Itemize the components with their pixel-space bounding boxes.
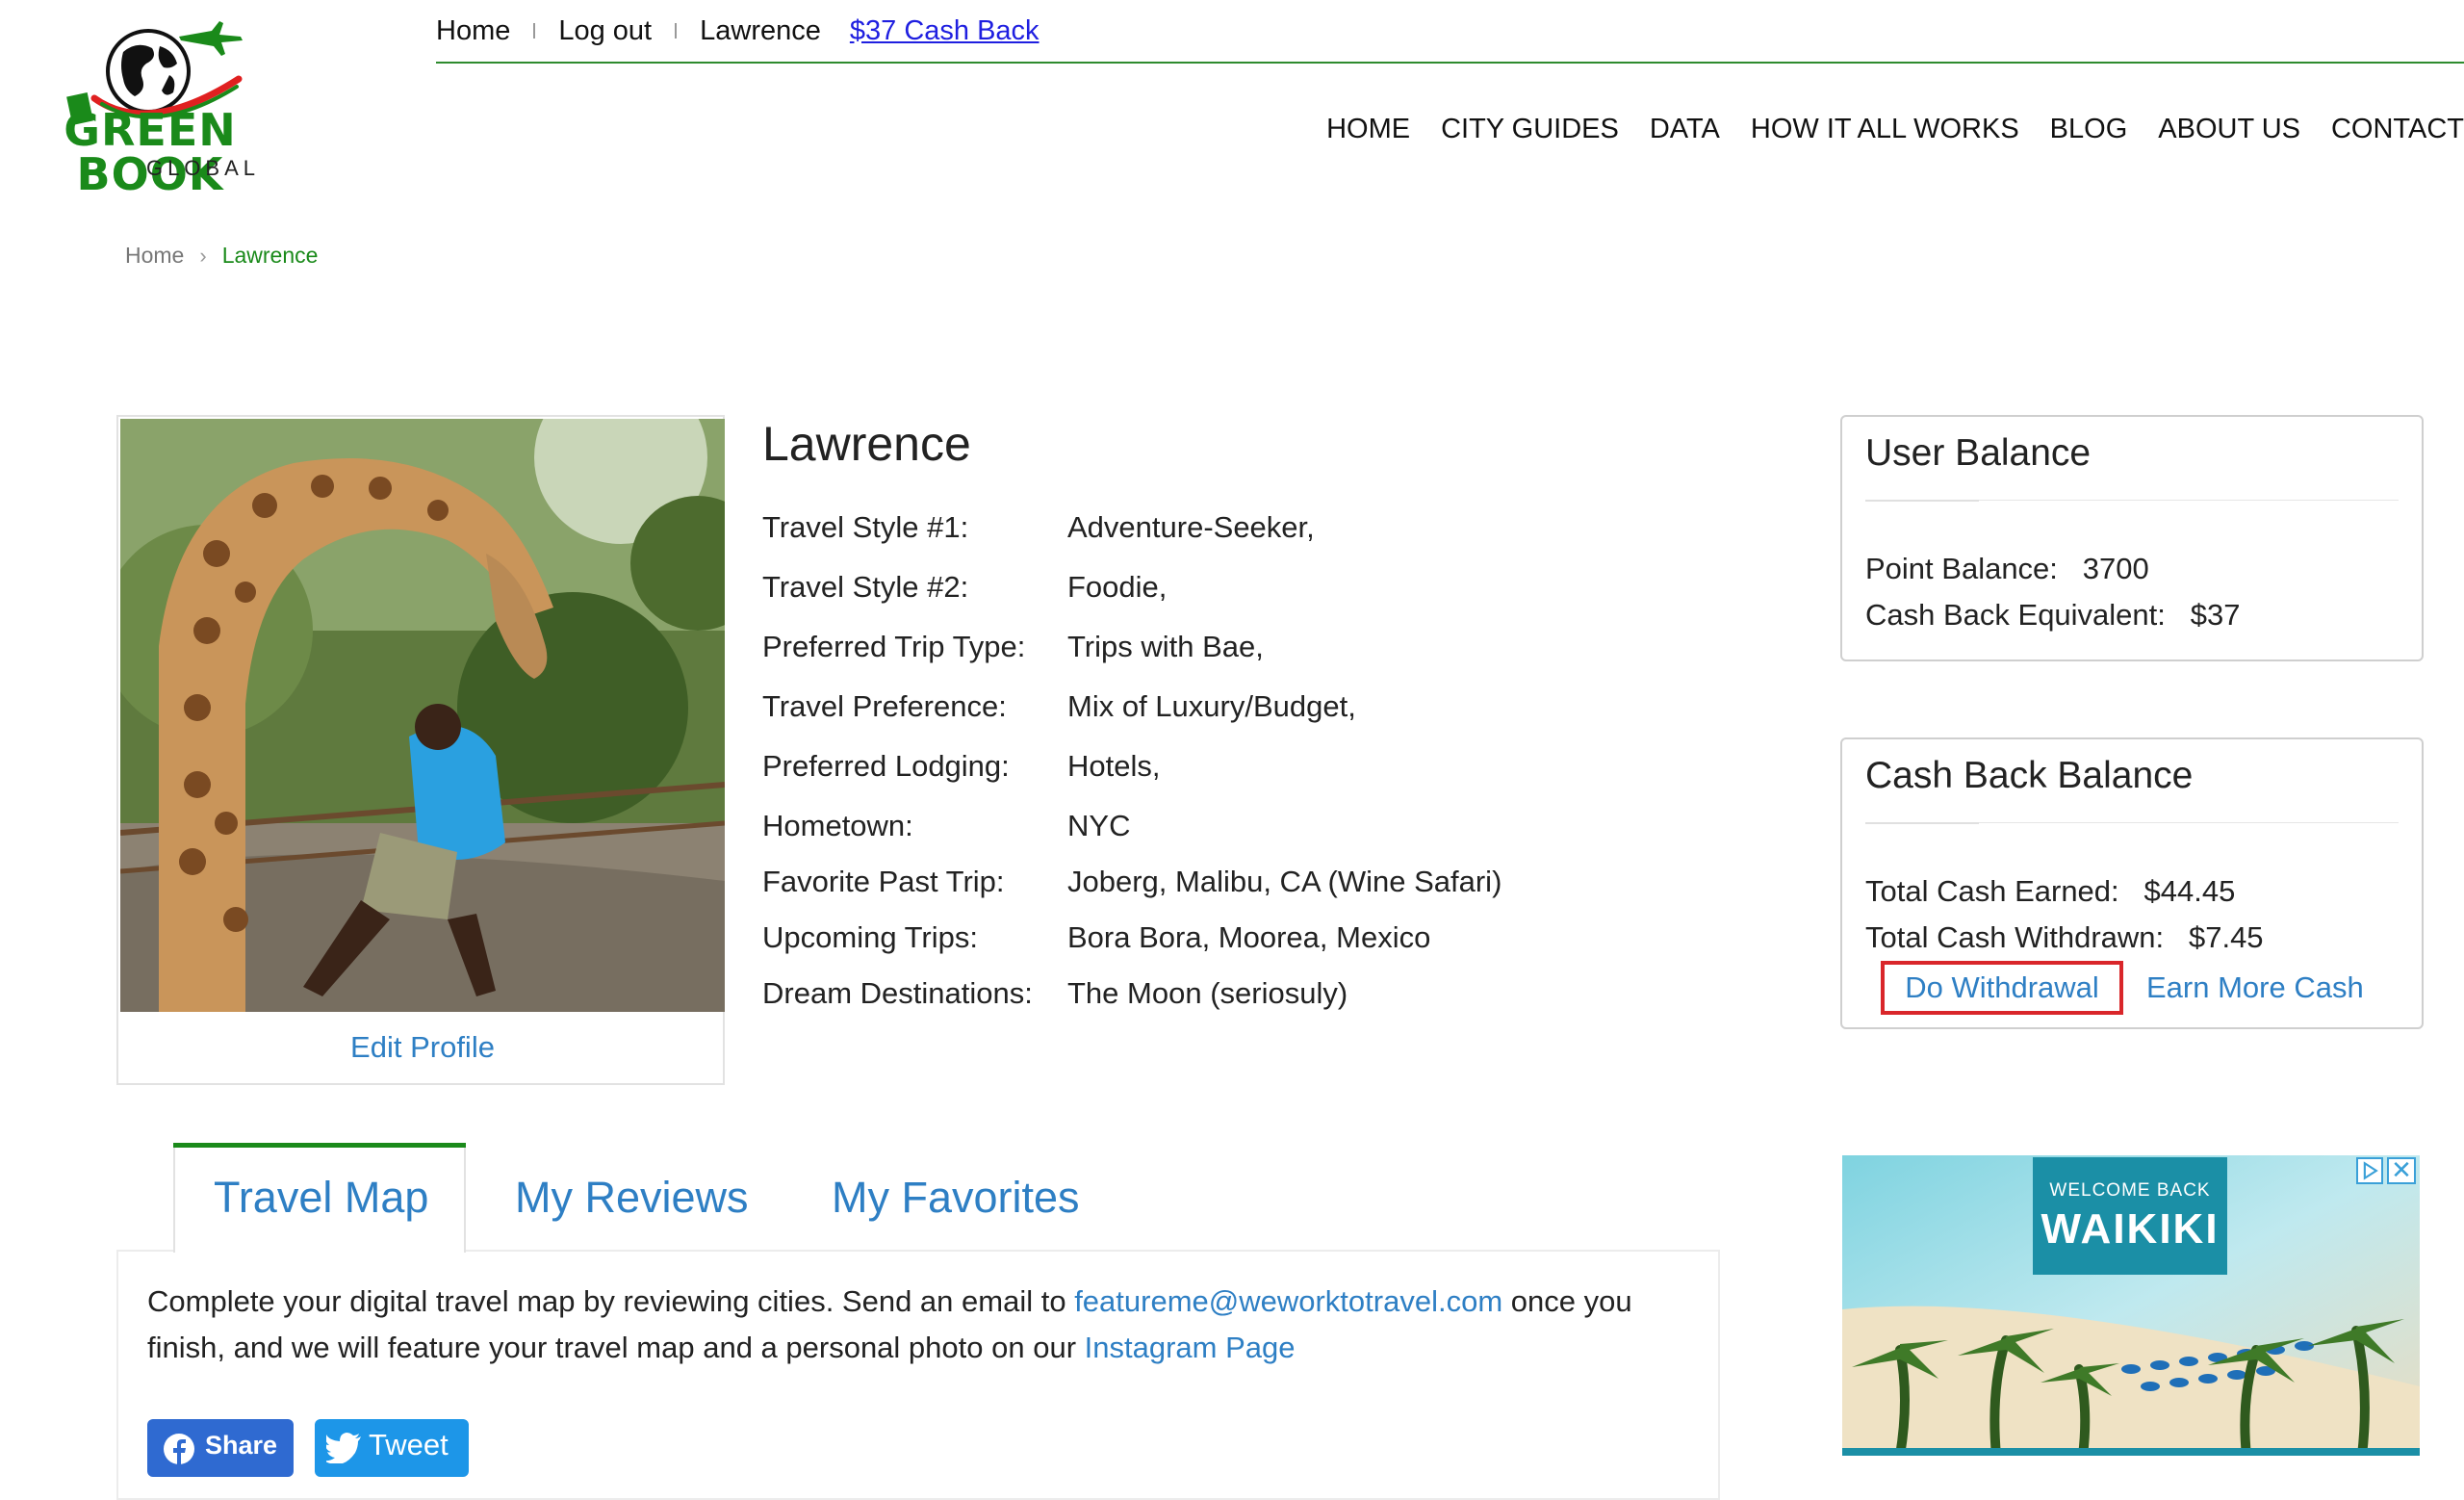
top-separator [675,23,678,39]
facebook-icon [164,1434,194,1464]
detail-label: Preferred Trip Type: [762,630,1026,663]
chevron-right-icon: › [199,243,207,268]
detail-value: Foodie, [1067,570,1168,604]
cash-equivalent-line: Cash Back Equivalent: $37 [1865,598,2240,633]
total-withdrawn-label: Total Cash Withdrawn: [1865,920,2165,954]
breadcrumb: Home › Lawrence [125,243,318,269]
instagram-page-link[interactable]: Instagram Page [1085,1331,1296,1364]
user-balance-title: User Balance [1865,432,2092,474]
breadcrumb-current: Lawrence [221,243,319,268]
user-name-link[interactable]: Lawrence [700,15,821,47]
total-withdrawn-line: Total Cash Withdrawn: $7.45 [1865,920,2264,955]
nav-blog[interactable]: BLOG [2050,114,2128,145]
earn-more-cash-link[interactable]: Earn More Cash [2146,965,2364,1011]
detail-value: Adventure-Seeker, [1067,510,1315,544]
header-divider [436,62,2464,64]
instructions-text-1: Complete your digital travel map by revi… [147,1284,1075,1318]
cash-back-balance-card: Cash Back Balance Total Cash Earned: $44… [1840,737,2424,1029]
detail-value: Mix of Luxury/Budget, [1067,689,1356,723]
cash-equivalent-label: Cash Back Equivalent: [1865,598,2166,632]
tab-travel-map[interactable]: Travel Map [214,1173,428,1223]
logout-link[interactable]: Log out [558,15,652,47]
point-balance-value: 3700 [2082,552,2149,585]
ad-big-text: WAIKIKI [2040,1205,2220,1253]
card-divider-accent [1865,822,1979,824]
nav-data[interactable]: DATA [1650,114,1720,145]
point-balance-line: Point Balance: 3700 [1865,552,2149,586]
breadcrumb-home[interactable]: Home [125,243,184,269]
detail-label: Dream Destinations: [762,976,1033,1010]
tab-active-indicator [173,1143,466,1148]
top-separator [533,23,536,39]
ad-choices-icon[interactable] [2356,1157,2383,1184]
travel-map-instructions: Complete your digital travel map by revi… [147,1279,1687,1371]
share-label: Share [205,1431,278,1460]
top-home-link[interactable]: Home [436,15,510,47]
tweet-label: Tweet [369,1428,449,1461]
card-divider-accent [1865,500,1979,502]
ad-small-text: WELCOME BACK [2049,1180,2211,1201]
nav-how-it-all-works[interactable]: HOW IT ALL WORKS [1751,114,2019,145]
detail-value: Joberg, Malibu, CA (Wine Safari) [1067,865,1502,898]
detail-label: Favorite Past Trip: [762,865,1005,898]
nav-home[interactable]: HOME [1326,114,1410,145]
do-withdrawal-button[interactable]: Do Withdrawal [1881,961,2123,1015]
main-nav: HOME CITY GUIDES DATA HOW IT ALL WORKS B… [1296,108,2464,150]
cash-back-link[interactable]: $37 Cash Back [850,15,1040,47]
tab-my-reviews[interactable]: My Reviews [515,1173,749,1223]
edit-profile-link[interactable]: Edit Profile [118,1014,727,1081]
nav-city-guides[interactable]: CITY GUIDES [1441,114,1619,145]
cash-equivalent-value: $37 [2190,598,2241,632]
detail-value: Hotels, [1067,749,1161,783]
detail-label: Upcoming Trips: [762,920,978,954]
total-earned-line: Total Cash Earned: $44.45 [1865,874,2235,909]
detail-label: Preferred Lodging: [762,749,1010,783]
nav-contact[interactable]: CONTACT [2331,114,2464,145]
cash-back-balance-title: Cash Back Balance [1865,755,2194,796]
detail-value: Trips with Bae, [1067,630,1264,663]
detail-value: Bora Bora, Moorea, Mexico [1067,920,1431,954]
nav-about-us[interactable]: ABOUT US [2158,114,2300,145]
detail-label: Travel Preference: [762,689,1007,723]
ad-badge[interactable]: WELCOME BACK WAIKIKI [2033,1157,2227,1275]
user-balance-card: User Balance Point Balance: 3700 Cash Ba… [1840,415,2424,661]
facebook-share-button[interactable]: Share [147,1419,294,1477]
logo-wordmark[interactable]: GREEN BOOK [35,108,266,196]
detail-value: The Moon (seriosuly) [1067,976,1348,1010]
detail-value: NYC [1067,809,1131,842]
detail-label: Hometown: [762,809,913,842]
total-earned-label: Total Cash Earned: [1865,874,2119,908]
detail-label: Travel Style #2: [762,570,969,604]
tab-active-join [175,1248,464,1252]
ad-close-icon[interactable]: ✕ [2387,1157,2416,1184]
twitter-bird-icon [326,1433,361,1463]
top-account-bar: Home Log out Lawrence $37 Cash Back [436,10,1040,52]
detail-label: Travel Style #1: [762,510,969,544]
profile-photo-card: Edit Profile [116,415,725,1085]
tweet-button[interactable]: Tweet [315,1419,469,1477]
tab-my-favorites[interactable]: My Favorites [832,1173,1080,1223]
total-earned-value: $44.45 [2143,874,2236,908]
profile-name: Lawrence [762,417,971,471]
feature-email-link[interactable]: featureme@weworktotravel.com [1074,1284,1502,1318]
profile-photo [120,419,725,1012]
total-withdrawn-value: $7.45 [2188,920,2264,954]
point-balance-label: Point Balance: [1865,552,2058,585]
logo-subtitle: GLOBAL [145,156,260,180]
